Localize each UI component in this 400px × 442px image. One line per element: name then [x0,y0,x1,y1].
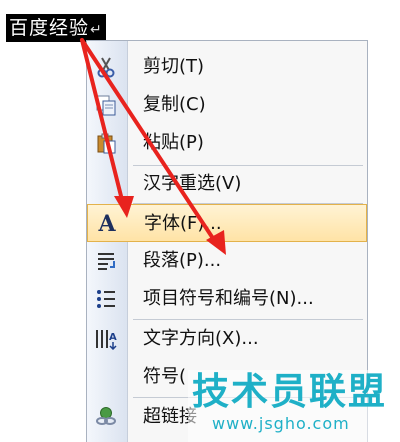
menu-item-label: 文字方向(X)... [143,328,259,349]
menu-item-paste[interactable]: 粘贴(P) [87,124,367,162]
menu-item-label: 字体(F)... [144,213,222,234]
copy-icon [93,93,119,117]
scissors-icon [93,55,119,79]
menu-item-cut[interactable]: 剪切(T) [87,48,367,86]
document-text: 百度经验 [9,17,90,39]
menu-item-label: 粘贴(P) [143,132,204,153]
menu-item-paragraph[interactable]: 段落(P)... [87,242,367,280]
watermark-title: 技术员联盟 [192,370,387,413]
menu-item-label: 符号( [143,366,187,387]
menu-item-label: 剪切(T) [143,56,205,77]
menu-item-label: 汉字重选(V) [143,173,242,194]
paste-icon [93,131,119,155]
selected-document-text[interactable]: 百度经验↵ [6,14,106,42]
menu-item-label: 项目符号和编号(N)... [143,288,314,309]
site-watermark: 技术员联盟 www.jsgho.com [188,370,400,442]
paragraph-icon [93,249,119,273]
menu-item-reconvert[interactable]: 汉字重选(V) [87,165,367,203]
menu-item-label: 复制(C) [143,94,206,115]
menu-item-copy[interactable]: 复制(C) [87,86,367,124]
svg-text:A: A [109,332,117,343]
menu-item-bullets-numbering[interactable]: 项目符号和编号(N)... [87,280,367,318]
menu-item-text-direction[interactable]: A 文字方向(X)... [87,320,367,358]
font-icon: A [98,211,116,237]
menu-item-label: 段落(P)... [143,250,222,271]
menu-item-font[interactable]: A 字体(F)... [87,204,367,242]
watermark-url: www.jsgho.com [212,414,350,433]
paragraph-mark: ↵ [90,22,103,38]
bullet-list-icon [93,287,119,311]
text-direction-icon: A [93,327,119,351]
hyperlink-icon [93,405,119,429]
